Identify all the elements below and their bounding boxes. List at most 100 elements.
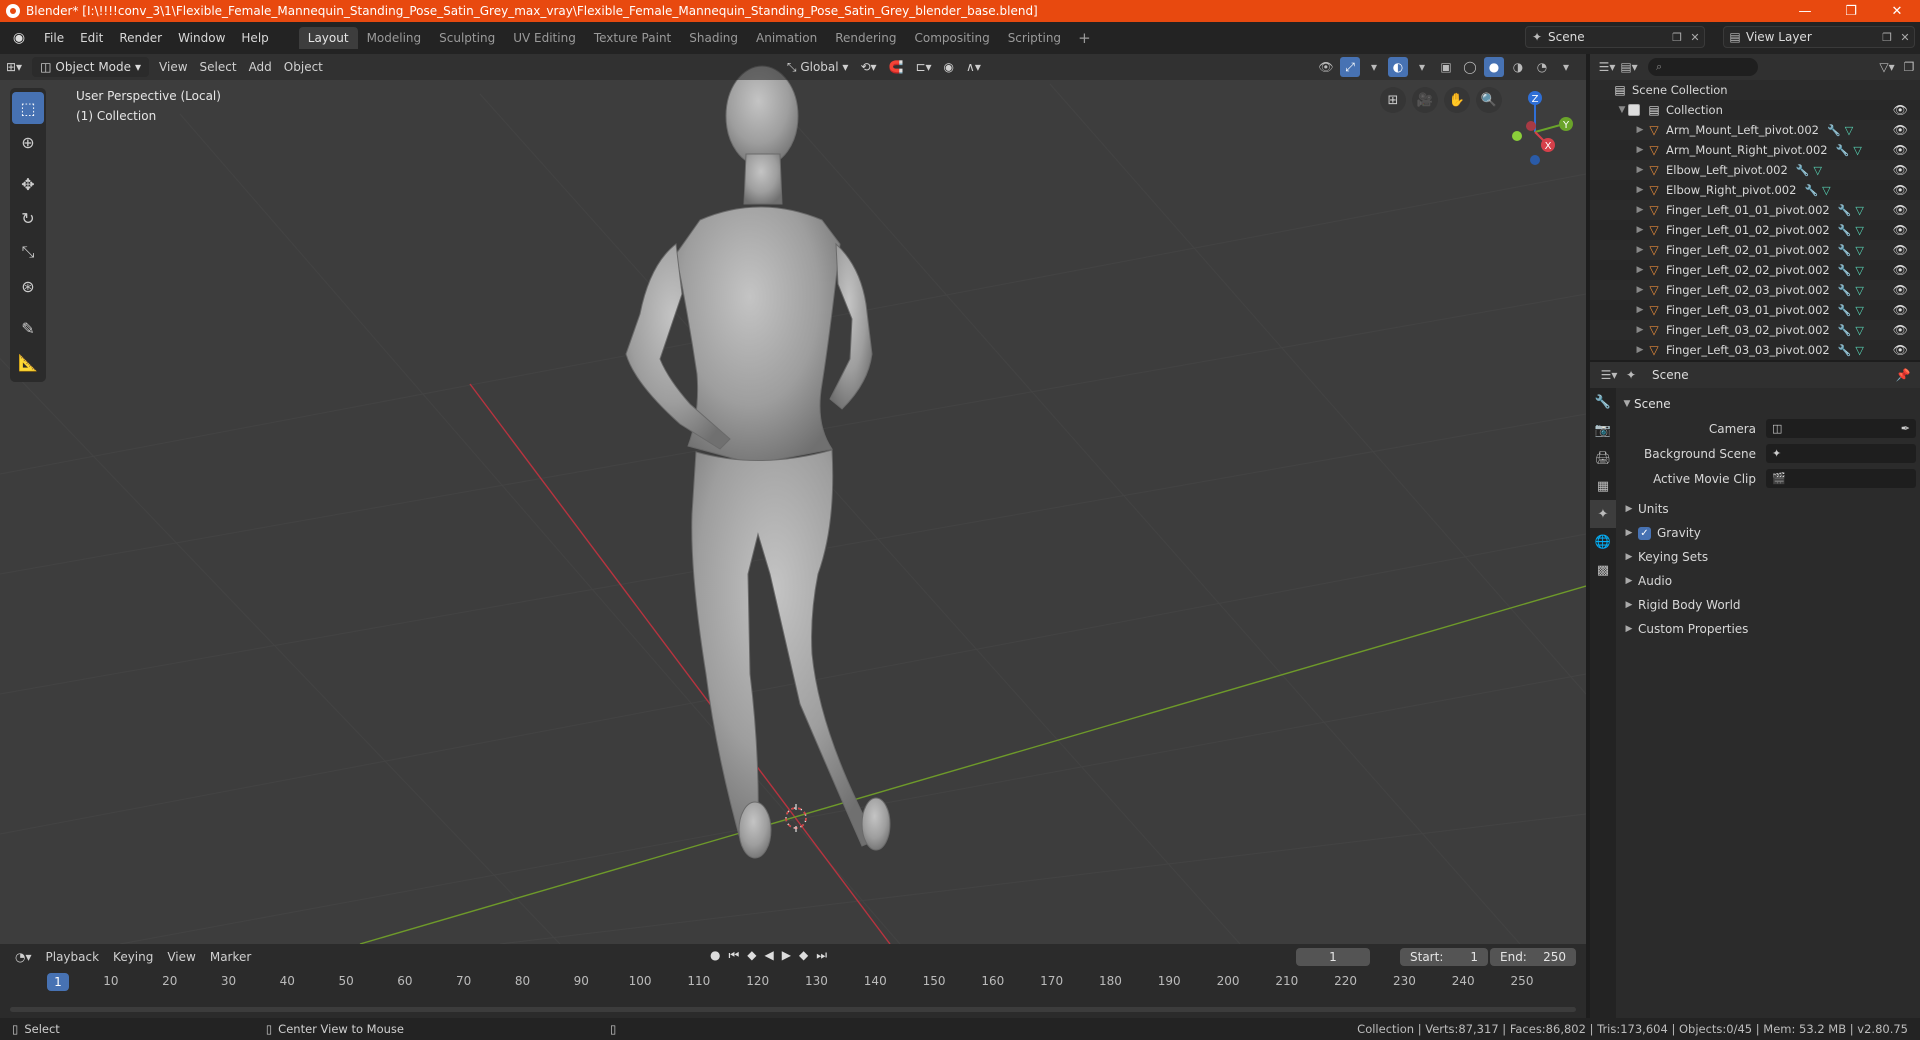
snap-icon[interactable]: 🧲 (883, 57, 910, 77)
wireframe-shading-icon[interactable]: ◯ (1460, 57, 1480, 77)
play-reverse-icon[interactable]: ◀ (765, 948, 774, 963)
modifier-icon[interactable]: 🔧 (1804, 184, 1818, 197)
outliner-object-row[interactable]: ▶ ▽ Finger_Left_03_02_pivot.002 🔧 ▽ 👁 (1590, 320, 1920, 340)
material-shading-icon[interactable]: ◑ (1508, 57, 1528, 77)
solid-shading-icon[interactable]: ● (1484, 57, 1504, 77)
expand-arrow-icon[interactable]: ▶ (1634, 185, 1646, 195)
eye-icon[interactable]: 👁 (1893, 103, 1908, 117)
outliner-search-input[interactable]: ⌕ (1648, 58, 1758, 76)
texture-tab-icon[interactable]: ▩ (1590, 556, 1616, 584)
units-panel[interactable]: ▶ Units (1620, 497, 1916, 521)
expand-arrow-icon[interactable]: ▶ (1634, 265, 1646, 275)
delete-view-layer-icon[interactable]: ✕ (1896, 31, 1914, 44)
view-layer-selector[interactable]: ▤ View Layer ❐ ✕ (1723, 26, 1915, 48)
tab-shading[interactable]: Shading (680, 27, 747, 49)
custom-properties-panel[interactable]: ▶ Custom Properties (1620, 617, 1916, 641)
end-frame-field[interactable]: End: 250 (1490, 948, 1576, 966)
navigation-gizmo[interactable]: Z Y X (1490, 84, 1580, 174)
eye-icon[interactable]: 👁 (1893, 223, 1908, 237)
expand-arrow-icon[interactable]: ▶ (1634, 285, 1646, 295)
minimize-button[interactable]: — (1782, 0, 1828, 22)
pin-icon[interactable]: 📌 (1892, 368, 1914, 382)
new-view-layer-icon[interactable]: ❐ (1878, 31, 1896, 44)
eye-icon[interactable]: 👁 (1893, 263, 1908, 277)
scene-panel-header[interactable]: ▼ Scene (1620, 392, 1916, 416)
eye-icon[interactable]: 👁 (1893, 203, 1908, 217)
expand-arrow-icon[interactable]: ▶ (1634, 145, 1646, 155)
tab-uv-editing[interactable]: UV Editing (504, 27, 585, 49)
outliner-object-row[interactable]: ▶ ▽ Elbow_Left_pivot.002 🔧 ▽ 👁 (1590, 160, 1920, 180)
play-icon[interactable]: ▶ (782, 948, 791, 963)
timeline-scrollbar[interactable] (10, 1007, 1576, 1012)
rotate-tool-icon[interactable]: ↻ (12, 202, 44, 234)
collection-row[interactable]: ▼ ▤ Collection 👁 (1590, 100, 1920, 120)
world-tab-icon[interactable]: 🌐 (1590, 528, 1616, 556)
tool-tab-icon[interactable]: 🔧 (1590, 388, 1616, 416)
tab-animation[interactable]: Animation (747, 27, 826, 49)
new-scene-icon[interactable]: ❐ (1668, 31, 1686, 44)
move-tool-icon[interactable]: ✥ (12, 168, 44, 200)
outliner-object-row[interactable]: ▶ ▽ Arm_Mount_Right_pivot.002 🔧 ▽ 👁 (1590, 140, 1920, 160)
mesh-data-icon[interactable]: ▽ (1822, 184, 1830, 197)
outliner-object-row[interactable]: ▶ ▽ Arm_Mount_Left_pivot.002 🔧 ▽ 👁 (1590, 120, 1920, 140)
annotate-tool-icon[interactable]: ✎ (12, 312, 44, 344)
measure-tool-icon[interactable]: 📐 (12, 346, 44, 378)
audio-panel[interactable]: ▶ Audio (1620, 569, 1916, 593)
mesh-data-icon[interactable]: ▽ (1845, 124, 1853, 137)
overlay-dropdown-icon[interactable]: ▾ (1412, 57, 1432, 77)
view-layer-tab-icon[interactable]: ▦ (1590, 472, 1616, 500)
mesh-data-icon[interactable]: ▽ (1814, 164, 1822, 177)
mesh-data-icon[interactable]: ▽ (1855, 304, 1863, 317)
overlay-toggle-icon[interactable]: ◐ (1388, 57, 1408, 77)
output-tab-icon[interactable]: 🖨 (1590, 444, 1616, 472)
modifier-icon[interactable]: 🔧 (1836, 144, 1850, 157)
mesh-data-icon[interactable]: ▽ (1855, 324, 1863, 337)
outliner-object-row[interactable]: ▶ ▽ Finger_Left_02_02_pivot.002 🔧 ▽ 👁 (1590, 260, 1920, 280)
eye-icon[interactable]: 👁 (1893, 143, 1908, 157)
eye-icon[interactable]: 👁 (1893, 243, 1908, 257)
eye-icon[interactable]: 👁 (1893, 343, 1908, 357)
expand-arrow-icon[interactable]: ▶ (1634, 345, 1646, 355)
expand-arrow-icon[interactable]: ▶ (1634, 325, 1646, 335)
tab-scripting[interactable]: Scripting (999, 27, 1070, 49)
outliner-object-row[interactable]: ▶ ▽ Finger_Left_03_03_pivot.002 🔧 ▽ 👁 (1590, 340, 1920, 360)
jump-start-icon[interactable]: ⏮ (728, 948, 739, 963)
outliner-editor-icon[interactable]: ☰▾ (1596, 60, 1618, 74)
outliner-object-row[interactable]: ▶ ▽ Finger_Left_02_01_pivot.002 🔧 ▽ 👁 (1590, 240, 1920, 260)
falloff-icon[interactable]: ∧▾ (960, 57, 987, 77)
timeline-menu-playback[interactable]: Playback (39, 950, 107, 964)
scene-selector[interactable]: ✦ Scene ❐ ✕ (1525, 26, 1705, 48)
expand-arrow-icon[interactable]: ▶ (1634, 205, 1646, 215)
background-scene-field[interactable]: ✦ (1766, 444, 1916, 463)
mesh-data-icon[interactable]: ▽ (1853, 144, 1861, 157)
tab-compositing[interactable]: Compositing (905, 27, 998, 49)
modifier-icon[interactable]: 🔧 (1827, 124, 1841, 137)
display-mode-icon[interactable]: ▤▾ (1618, 60, 1640, 74)
filter-icon[interactable]: ▽▾ (1876, 60, 1898, 74)
eye-icon[interactable]: 👁 (1893, 283, 1908, 297)
eye-icon[interactable]: 👁 (1893, 183, 1908, 197)
outliner-object-row[interactable]: ▶ ▽ Elbow_Right_pivot.002 🔧 ▽ 👁 (1590, 180, 1920, 200)
snap-target-icon[interactable]: ⊏▾ (909, 57, 937, 77)
rendered-shading-icon[interactable]: ◔ (1532, 57, 1552, 77)
timeline-menu-view[interactable]: View (160, 950, 202, 964)
expand-arrow-icon[interactable]: ▶ (1634, 225, 1646, 235)
menu-edit[interactable]: Edit (72, 27, 111, 49)
pan-hand-icon[interactable]: ✋ (1444, 87, 1470, 113)
mesh-data-icon[interactable]: ▽ (1855, 264, 1863, 277)
gravity-panel[interactable]: ▶ ✓ Gravity (1620, 521, 1916, 545)
outliner-object-row[interactable]: ▶ ▽ Finger_Left_01_02_pivot.002 🔧 ▽ 👁 (1590, 220, 1920, 240)
mesh-data-icon[interactable]: ▽ (1855, 204, 1863, 217)
modifier-icon[interactable]: 🔧 (1838, 284, 1852, 297)
delete-scene-icon[interactable]: ✕ (1686, 31, 1704, 44)
scene-tab-icon[interactable]: ✦ (1590, 500, 1616, 528)
camera-view-icon[interactable]: 🎥 (1412, 87, 1438, 113)
expand-arrow-icon[interactable]: ▼ (1616, 105, 1628, 115)
select-box-icon[interactable]: ⬚ (12, 92, 44, 124)
start-frame-field[interactable]: Start: 1 (1400, 948, 1488, 966)
mesh-data-icon[interactable]: ▽ (1855, 284, 1863, 297)
grid-view-icon[interactable]: ⊞ (1380, 87, 1406, 113)
modifier-icon[interactable]: 🔧 (1838, 244, 1852, 257)
current-frame-field[interactable]: 1 (1296, 948, 1370, 966)
tab-rendering[interactable]: Rendering (826, 27, 905, 49)
